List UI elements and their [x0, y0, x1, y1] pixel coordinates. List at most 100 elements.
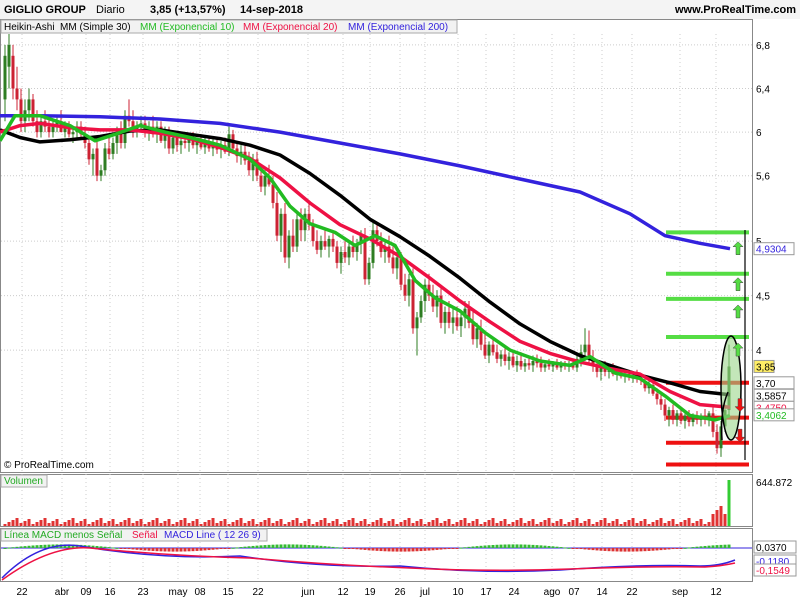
macd-hist-bar	[227, 548, 231, 549]
volume-bar	[451, 524, 455, 526]
candle-body	[3, 55, 7, 100]
candle-body	[47, 126, 51, 133]
volume-bar	[319, 520, 323, 526]
volume-bar	[503, 519, 507, 526]
value-labels: 4,93043,853,703,58573,47503,4062	[753, 242, 795, 422]
legend-volume: Volumen	[4, 476, 43, 487]
macd-hist-bar	[367, 548, 371, 551]
candle-body	[311, 224, 315, 242]
macd-hist-bar	[187, 548, 191, 552]
y-tick-label: 4	[756, 346, 762, 357]
volume-bar	[331, 521, 335, 526]
macd-hist-bar	[587, 548, 591, 550]
volume-bar	[27, 519, 31, 526]
macd-hist-bar	[623, 548, 627, 552]
chart-canvas: 644.872 0,0370-0,1180-0,1549 22 abr 09 16 23…	[0, 0, 800, 598]
macd-hist-bar	[219, 548, 223, 550]
volume-bar	[355, 523, 359, 526]
macd-hist-bar	[43, 544, 47, 548]
volume-bar	[719, 506, 723, 526]
volume-bar	[567, 522, 571, 526]
candle-body	[475, 328, 479, 340]
macd-hist-bar	[463, 547, 467, 549]
volume-bar	[655, 520, 659, 526]
volume-bar	[603, 518, 607, 526]
candle-body	[287, 235, 291, 258]
volume-panel-frame	[0, 474, 753, 527]
candle-body	[275, 202, 279, 236]
macd-hist-bar	[327, 546, 331, 548]
legend-ema20: MM (Exponencial 20)	[243, 22, 337, 33]
volume-bar	[59, 524, 63, 526]
header-date: 14-sep-2018	[240, 4, 303, 16]
volume-bar	[599, 520, 603, 526]
candle-body	[111, 143, 115, 154]
candle-body	[491, 344, 495, 353]
volume-bar	[639, 521, 643, 526]
volume-bar	[523, 523, 527, 526]
candle-body	[483, 344, 487, 356]
macd-hist-bar	[415, 548, 419, 552]
macd-hist-bar	[467, 546, 471, 548]
x-tick-label: ago	[544, 587, 561, 598]
macd-hist-bar	[595, 548, 599, 551]
candle-body	[655, 393, 659, 400]
macd-hist-bar	[27, 545, 31, 548]
candle-body	[679, 413, 683, 421]
macd-hist-bar	[375, 548, 379, 551]
macd-hist-bar	[431, 548, 435, 551]
candle-body	[299, 219, 303, 231]
volume-bar	[663, 523, 667, 526]
macd-hist-bar	[495, 544, 499, 548]
value-label: 3,70	[756, 379, 776, 390]
volume-bar	[427, 522, 431, 526]
candle-body	[99, 170, 103, 176]
candle-body	[459, 317, 463, 327]
volume-bar	[423, 524, 427, 526]
volume-bar	[487, 520, 491, 526]
macd-hist-bar	[15, 546, 19, 548]
candle-body	[667, 410, 671, 416]
macd-hist-bar	[435, 548, 439, 550]
y-tick-label: 6,4	[756, 85, 770, 96]
volume-bar	[103, 523, 107, 526]
candle-body	[247, 160, 251, 171]
macd-hist-bar	[707, 545, 711, 548]
volume-bar	[463, 518, 467, 526]
macd-hist-bar	[259, 545, 263, 548]
candle-body	[495, 352, 499, 359]
x-tick-label: 22	[626, 587, 638, 598]
volume-bar	[583, 521, 587, 526]
x-tick-label: 16	[104, 587, 116, 598]
candle-body	[259, 175, 263, 187]
volume-bar	[143, 524, 147, 526]
candle-body	[547, 364, 551, 367]
volume-bar	[259, 522, 263, 526]
macd-hist-bar	[699, 546, 703, 548]
volume-bar	[419, 519, 423, 526]
macd-hist-bar	[171, 548, 175, 552]
macd-hist-bar	[667, 548, 671, 550]
volume-bar	[175, 522, 179, 526]
macd-hist-bar	[479, 545, 483, 548]
volume-bar	[227, 524, 231, 526]
volume-bar	[343, 522, 347, 526]
volume-bar	[339, 524, 343, 526]
macd-hist-bar	[551, 546, 555, 548]
macd-hist-bar	[19, 546, 23, 548]
macd-hist-bar	[223, 548, 227, 549]
macd-hist-bar	[571, 548, 575, 549]
x-tick-label: 08	[194, 587, 206, 598]
macd-hist-bar	[299, 544, 303, 548]
volume-bar	[271, 523, 275, 526]
macd-hist-bar	[643, 548, 647, 552]
volume-bar	[547, 518, 551, 526]
value-label: 4,9304	[756, 245, 787, 256]
macd-hist-bar	[287, 544, 291, 548]
macd-hist-bar	[547, 545, 551, 548]
volume-bar	[635, 523, 639, 526]
macd-hist-bar	[203, 548, 207, 551]
macd-hist-bar	[611, 548, 615, 552]
volume-bar	[239, 518, 243, 526]
header-site[interactable]: www.ProRealTime.com	[674, 4, 796, 16]
